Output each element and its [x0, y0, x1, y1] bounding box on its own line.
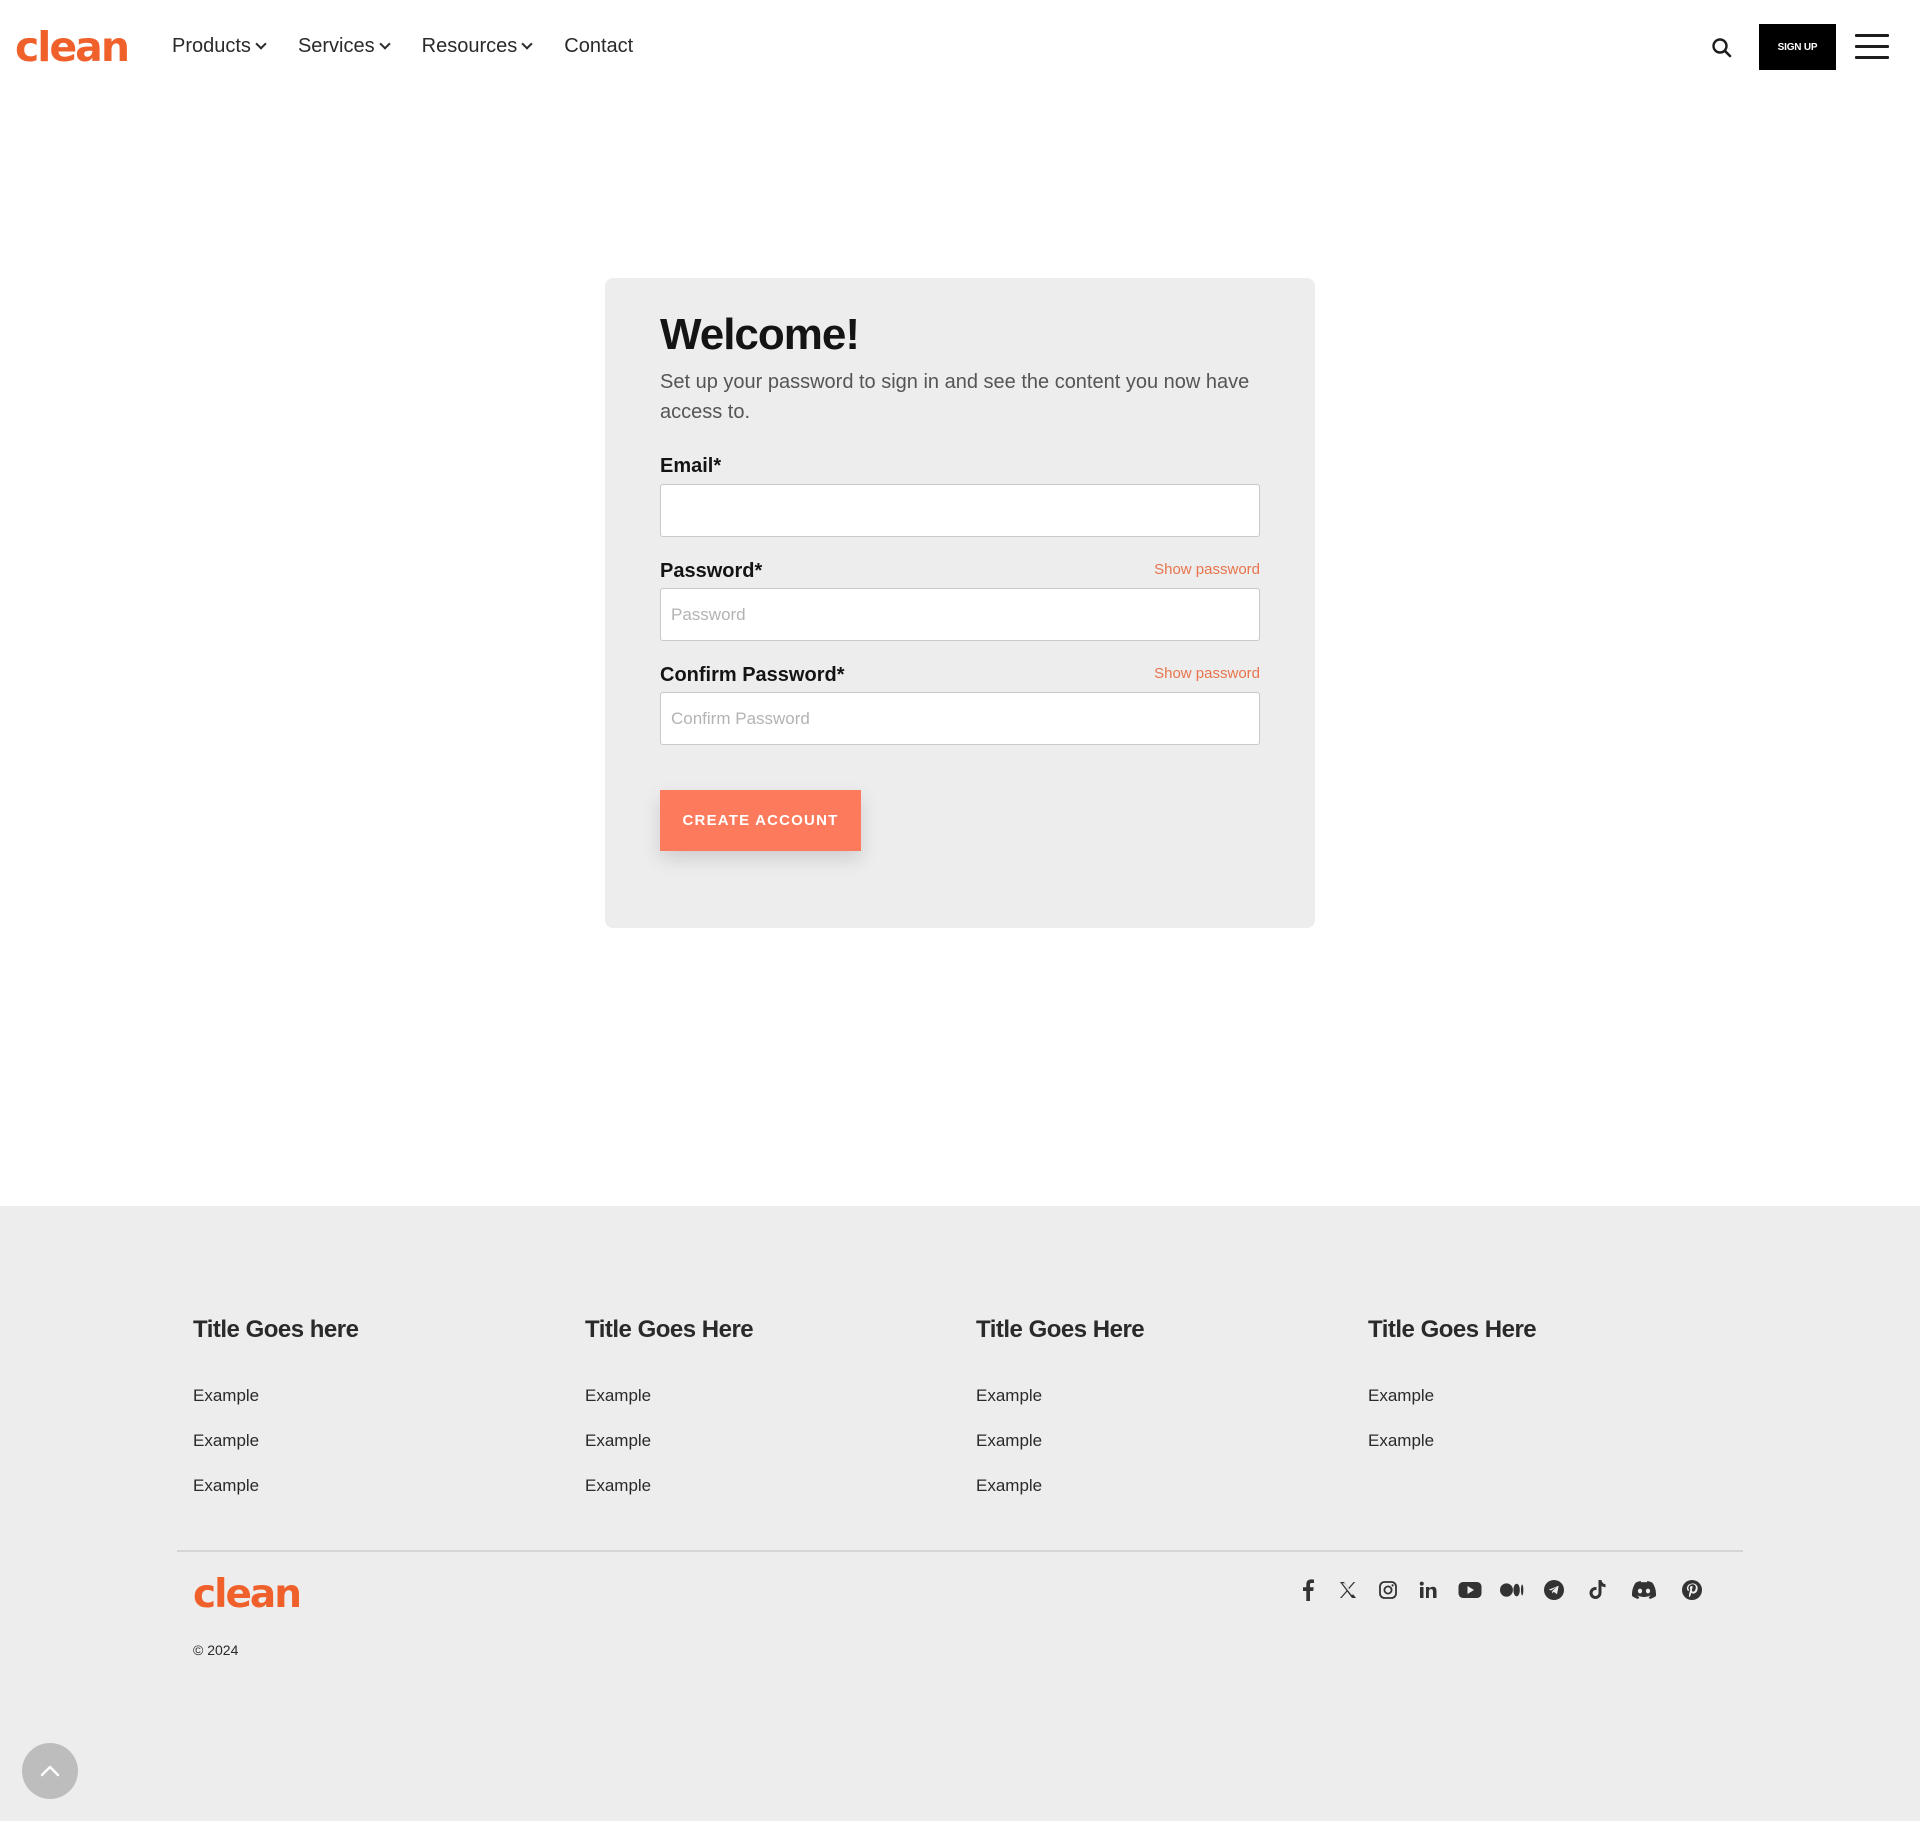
footer-column: Title Goes here Example Example Example [193, 1316, 359, 1519]
show-password-link[interactable]: Show password [1154, 561, 1260, 578]
chevron-down-icon [378, 38, 391, 50]
footer-link[interactable]: Example [585, 1474, 753, 1498]
create-account-button[interactable]: CREATE ACCOUNT [660, 790, 861, 851]
linkedin-icon[interactable] [1416, 1578, 1440, 1602]
nav-resources[interactable]: Resources [421, 33, 533, 59]
footer-logo[interactable]: clean [193, 1573, 302, 1617]
footer-column-title: Title Goes here [193, 1316, 359, 1343]
footer-column: Title Goes Here Example Example [1368, 1316, 1537, 1474]
footer-column-title: Title Goes Here [585, 1316, 754, 1343]
footer-link[interactable]: Example [193, 1384, 358, 1408]
nav-services[interactable]: Services [297, 33, 391, 59]
confirm-password-label: Confirm Password* [660, 664, 845, 686]
show-confirm-password-link[interactable]: Show password [1154, 665, 1260, 682]
password-field[interactable] [660, 588, 1260, 641]
footer-link[interactable]: Example [585, 1384, 753, 1408]
x-icon[interactable] [1336, 1578, 1360, 1602]
footer-link[interactable]: Example [976, 1474, 1144, 1498]
nav-products[interactable]: Products [172, 33, 267, 59]
discord-icon[interactable] [1632, 1578, 1656, 1602]
nav-contact[interactable]: Contact [564, 33, 633, 59]
email-label: Email* [660, 455, 722, 477]
sign-up-button[interactable]: SIGN UP [1759, 24, 1836, 70]
social-links [1296, 1578, 1704, 1602]
chevron-up-icon [40, 1765, 60, 1777]
confirm-password-field[interactable] [660, 692, 1260, 745]
footer-divider [177, 1550, 1743, 1552]
nav-resources-label: Resources [421, 35, 518, 57]
search-icon[interactable] [1710, 36, 1734, 60]
page-title: Welcome! [660, 310, 860, 359]
hamburger-menu-icon[interactable] [1855, 34, 1889, 60]
footer-link[interactable]: Example [193, 1474, 358, 1498]
main-nav: Products Services Resources Contact [172, 33, 666, 59]
pinterest-icon[interactable] [1680, 1578, 1704, 1602]
email-field[interactable] [660, 484, 1260, 537]
footer-link[interactable]: Example [976, 1429, 1144, 1453]
footer-link[interactable]: Example [1368, 1429, 1536, 1453]
medium-icon[interactable] [1500, 1578, 1524, 1602]
footer-column-title: Title Goes Here [976, 1316, 1145, 1343]
footer-link[interactable]: Example [585, 1429, 753, 1453]
youtube-icon[interactable] [1458, 1578, 1482, 1602]
password-label: Password* [660, 560, 763, 582]
page-subtitle: Set up your password to sign in and see … [660, 371, 1250, 423]
nav-contact-label: Contact [564, 35, 634, 57]
facebook-icon[interactable] [1296, 1578, 1320, 1602]
site-header: clean Products Services Resources Contac… [0, 0, 1920, 94]
chevron-down-icon [521, 38, 533, 50]
chevron-down-icon [255, 38, 267, 50]
tiktok-icon[interactable] [1586, 1578, 1610, 1602]
footer-link[interactable]: Example [976, 1384, 1144, 1408]
site-footer: Title Goes here Example Example Example … [0, 1206, 1920, 1821]
footer-link[interactable]: Example [1368, 1384, 1536, 1408]
footer-link[interactable]: Example [193, 1429, 358, 1453]
logo[interactable]: clean [15, 24, 130, 70]
nav-products-label: Products [172, 35, 251, 57]
instagram-icon[interactable] [1376, 1578, 1400, 1602]
footer-column-title: Title Goes Here [1368, 1316, 1537, 1343]
copyright: © 2024 [193, 1642, 239, 1658]
footer-column: Title Goes Here Example Example Example [976, 1316, 1145, 1519]
telegram-icon[interactable] [1542, 1578, 1566, 1602]
nav-services-label: Services [297, 35, 375, 57]
scroll-to-top-button[interactable] [22, 1743, 78, 1799]
footer-column: Title Goes Here Example Example Example [585, 1316, 754, 1519]
signup-card: Welcome! Set up your password to sign in… [605, 278, 1315, 928]
